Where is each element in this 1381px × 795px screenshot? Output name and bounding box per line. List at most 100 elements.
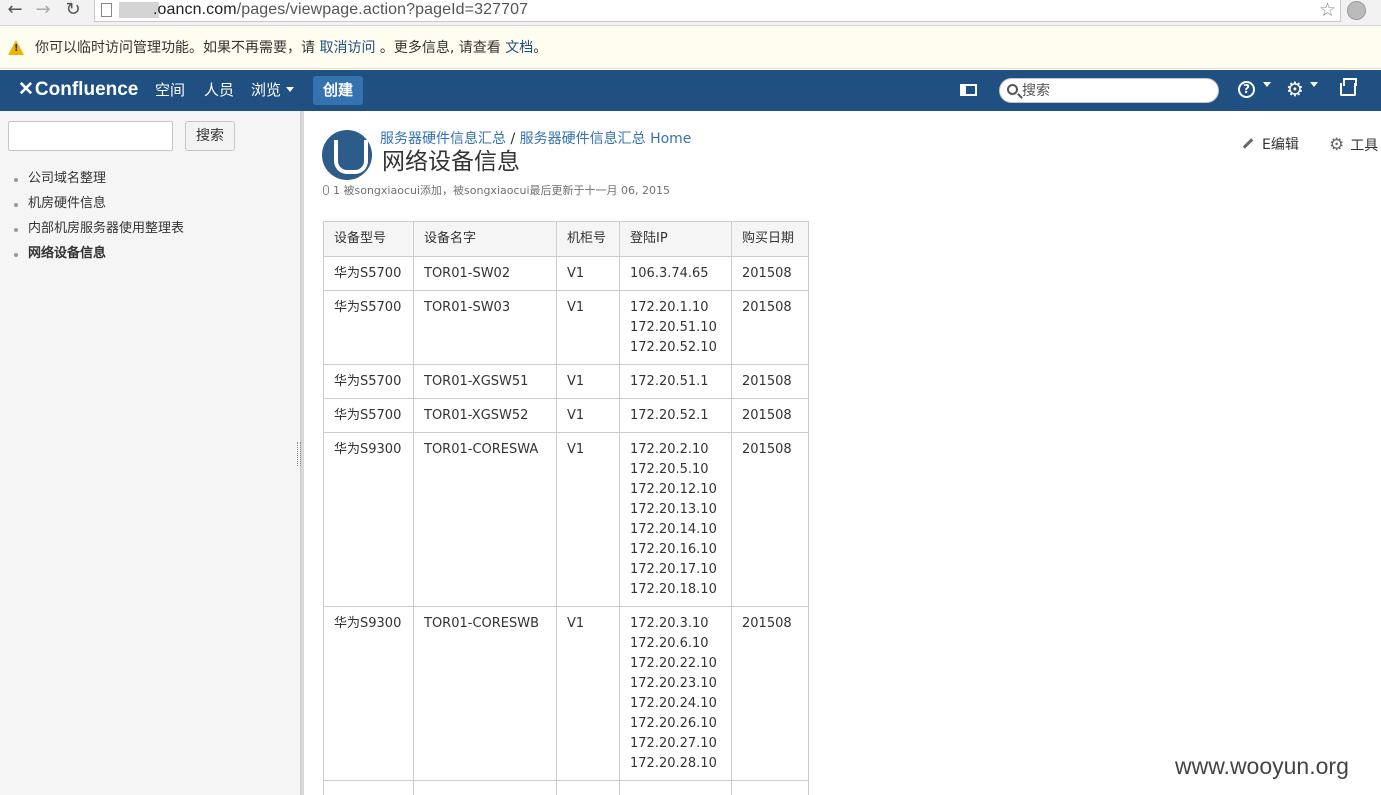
chevron-down-icon bbox=[1263, 82, 1271, 87]
cell-ips bbox=[619, 780, 732, 795]
ip-address: 172.20.26.10 bbox=[630, 716, 717, 731]
browser-toolbar: ← → ↻ .oancn.com/pages/viewpage.action?p… bbox=[0, 0, 1381, 26]
cell-model: 华为S9300 bbox=[323, 606, 414, 781]
ip-address: 172.20.12.10 bbox=[630, 482, 717, 497]
docs-link[interactable]: 文档 bbox=[505, 40, 533, 56]
cell-date bbox=[731, 780, 809, 795]
page-icon bbox=[101, 3, 112, 17]
column-header: 登陆IP bbox=[619, 221, 732, 257]
address-bar[interactable]: .oancn.com/pages/viewpage.action?pageId=… bbox=[94, 0, 1341, 22]
page-tree-item[interactable]: 机房硬件信息 bbox=[12, 194, 184, 219]
nav-browse[interactable]: 浏览 bbox=[251, 80, 295, 100]
cell-name: TOR01-SW02 bbox=[413, 256, 557, 291]
cell-rack: V1 bbox=[556, 290, 620, 365]
nav-people[interactable]: 人员 bbox=[204, 80, 234, 100]
ip-address: 172.20.51.10 bbox=[630, 320, 717, 335]
ip-address: 172.20.6.10 bbox=[630, 636, 709, 651]
cell-model: 华为S5700 bbox=[323, 290, 414, 365]
column-header: 设备型号 bbox=[323, 221, 414, 257]
ip-address: 172.20.24.10 bbox=[630, 696, 717, 711]
table-row: 华为S5700 TOR01-XGSW51 V1 172.20.51.1 201508 bbox=[323, 364, 809, 399]
cell-name: TOR01-XGSW52 bbox=[413, 398, 557, 433]
gear-icon[interactable]: ⚙ bbox=[1286, 78, 1304, 100]
table-body: 华为S5700 TOR01-SW02 V1 106.3.74.65 201508 华为S5… bbox=[323, 256, 809, 795]
cell-name: TOR01-CORESWA bbox=[413, 432, 557, 607]
admin-access-notice: ! 你可以临时访问管理功能。如果不再需要，请 取消访问 。更多信息, 请查看 文… bbox=[0, 27, 1381, 69]
cell-model: 华为S5700 bbox=[323, 398, 414, 433]
search-box[interactable] bbox=[999, 78, 1219, 103]
app-header: ✕Confluence 空间 人员 浏览 创建 ? ⚙ bbox=[0, 70, 1381, 111]
cancel-access-link[interactable]: 取消访问 bbox=[319, 40, 375, 56]
cell-date: 201508 bbox=[731, 290, 809, 365]
cell-ips: 106.3.74.65 bbox=[619, 256, 732, 291]
cell-ips: 172.20.3.10 172.20.6.10 172.20.22.10 172.20… bbox=[619, 606, 732, 781]
main-content: 服务器硬件信息汇总 / 服务器硬件信息汇总 Home 网络设备信息 E编辑 ⚙ 工… bbox=[305, 111, 1381, 795]
page-tree-item-current[interactable]: 网络设备信息 bbox=[12, 244, 184, 269]
breadcrumb-space-link[interactable]: 服务器硬件信息汇总 bbox=[380, 131, 506, 147]
breadcrumb-separator: / bbox=[510, 131, 516, 147]
chevron-down-icon bbox=[286, 87, 295, 92]
chevron-down-icon bbox=[1310, 82, 1318, 87]
table-row: 华为S9300 TOR01-CORESWA V1 172.20.2.10 172.20.… bbox=[323, 432, 809, 607]
ip-address: 172.20.5.10 bbox=[630, 462, 709, 477]
notice-message: 你可以临时访问管理功能。如果不再需要，请 取消访问 。更多信息, 请查看 文档。 bbox=[35, 40, 548, 56]
edit-button[interactable]: E编辑 bbox=[1242, 136, 1299, 154]
attachment-icon[interactable] bbox=[323, 185, 329, 195]
cell-rack bbox=[556, 780, 620, 795]
table-header-row: 设备型号 设备名字 机柜号 登陆IP 购买日期 bbox=[323, 221, 809, 257]
page-tree-search-button[interactable]: 搜索 bbox=[185, 121, 235, 151]
create-button[interactable]: 创建 bbox=[313, 76, 363, 105]
ip-address: 172.20.14.10 bbox=[630, 522, 717, 537]
cell-rack: V1 bbox=[556, 256, 620, 291]
space-logo-icon[interactable] bbox=[322, 130, 372, 180]
search-icon bbox=[1007, 84, 1018, 95]
inbox-icon[interactable] bbox=[1340, 78, 1357, 96]
cell-model: 华为S5700 bbox=[323, 364, 414, 399]
cell-name: TOR01-CORESWB bbox=[413, 606, 557, 781]
globe-icon[interactable] bbox=[1347, 1, 1366, 20]
url-text: .oancn.com/pages/viewpage.action?pageId=… bbox=[153, 1, 529, 18]
cell-ips: 172.20.2.10 172.20.5.10 172.20.12.10 172.20… bbox=[619, 432, 732, 607]
search-input[interactable] bbox=[1022, 80, 1212, 101]
page-tree-item[interactable]: 公司域名整理 bbox=[12, 169, 184, 194]
page-tree: 公司域名整理 机房硬件信息 内部机房服务器使用整理表 网络设备信息 bbox=[12, 169, 184, 269]
cell-rack: V1 bbox=[556, 432, 620, 607]
cell-date: 201508 bbox=[731, 364, 809, 399]
cell-model: 华为S9300 bbox=[323, 432, 414, 607]
cell-date: 201508 bbox=[731, 432, 809, 607]
cell-rack: V1 bbox=[556, 606, 620, 781]
cell-name bbox=[413, 780, 557, 795]
back-arrow-icon[interactable]: ← bbox=[2, 0, 28, 22]
ip-address: 172.20.17.10 bbox=[630, 562, 717, 577]
column-header: 设备名字 bbox=[413, 221, 557, 257]
cell-name: TOR01-SW03 bbox=[413, 290, 557, 365]
reload-icon[interactable]: ↻ bbox=[60, 0, 86, 22]
page-title: 网络设备信息 bbox=[382, 149, 520, 175]
ip-address: 172.20.13.10 bbox=[630, 502, 717, 517]
help-icon[interactable]: ? bbox=[1238, 81, 1255, 98]
sidebar: 搜索 公司域名整理 机房硬件信息 内部机房服务器使用整理表 网络设备信息 bbox=[0, 111, 300, 795]
ip-address: 172.20.52.1 bbox=[630, 408, 709, 423]
nav-spaces[interactable]: 空间 bbox=[155, 80, 185, 100]
ip-address: 172.20.22.10 bbox=[630, 656, 717, 671]
forward-arrow-icon[interactable]: → bbox=[30, 0, 56, 22]
cell-date: 201508 bbox=[731, 398, 809, 433]
page-tree-search-input[interactable] bbox=[8, 121, 173, 151]
sidebar-toggle-icon[interactable] bbox=[960, 84, 977, 96]
column-header: 机柜号 bbox=[556, 221, 620, 257]
gear-icon: ⚙ bbox=[1329, 135, 1345, 155]
resize-grip-icon[interactable] bbox=[297, 442, 301, 466]
breadcrumb-home-link[interactable]: 服务器硬件信息汇总 Home bbox=[520, 131, 692, 147]
watermark: www.wooyun.org bbox=[1175, 753, 1349, 779]
cell-rack: V1 bbox=[556, 398, 620, 433]
pencil-icon bbox=[1242, 138, 1254, 149]
ip-address: 172.20.1.10 bbox=[630, 300, 709, 315]
confluence-x-icon: ✕ bbox=[18, 79, 34, 100]
cell-model: 华为S5700 bbox=[323, 256, 414, 291]
ip-address: 172.20.18.10 bbox=[630, 582, 717, 597]
confluence-logo[interactable]: ✕Confluence bbox=[18, 78, 138, 102]
tools-button[interactable]: ⚙ 工具 bbox=[1329, 136, 1378, 155]
page-tree-item[interactable]: 内部机房服务器使用整理表 bbox=[12, 219, 184, 244]
table-row: 华为S5700 TOR01-XGSW52 V1 172.20.52.1 201508 bbox=[323, 398, 809, 433]
bookmark-star-icon[interactable]: ☆ bbox=[1319, 0, 1336, 20]
